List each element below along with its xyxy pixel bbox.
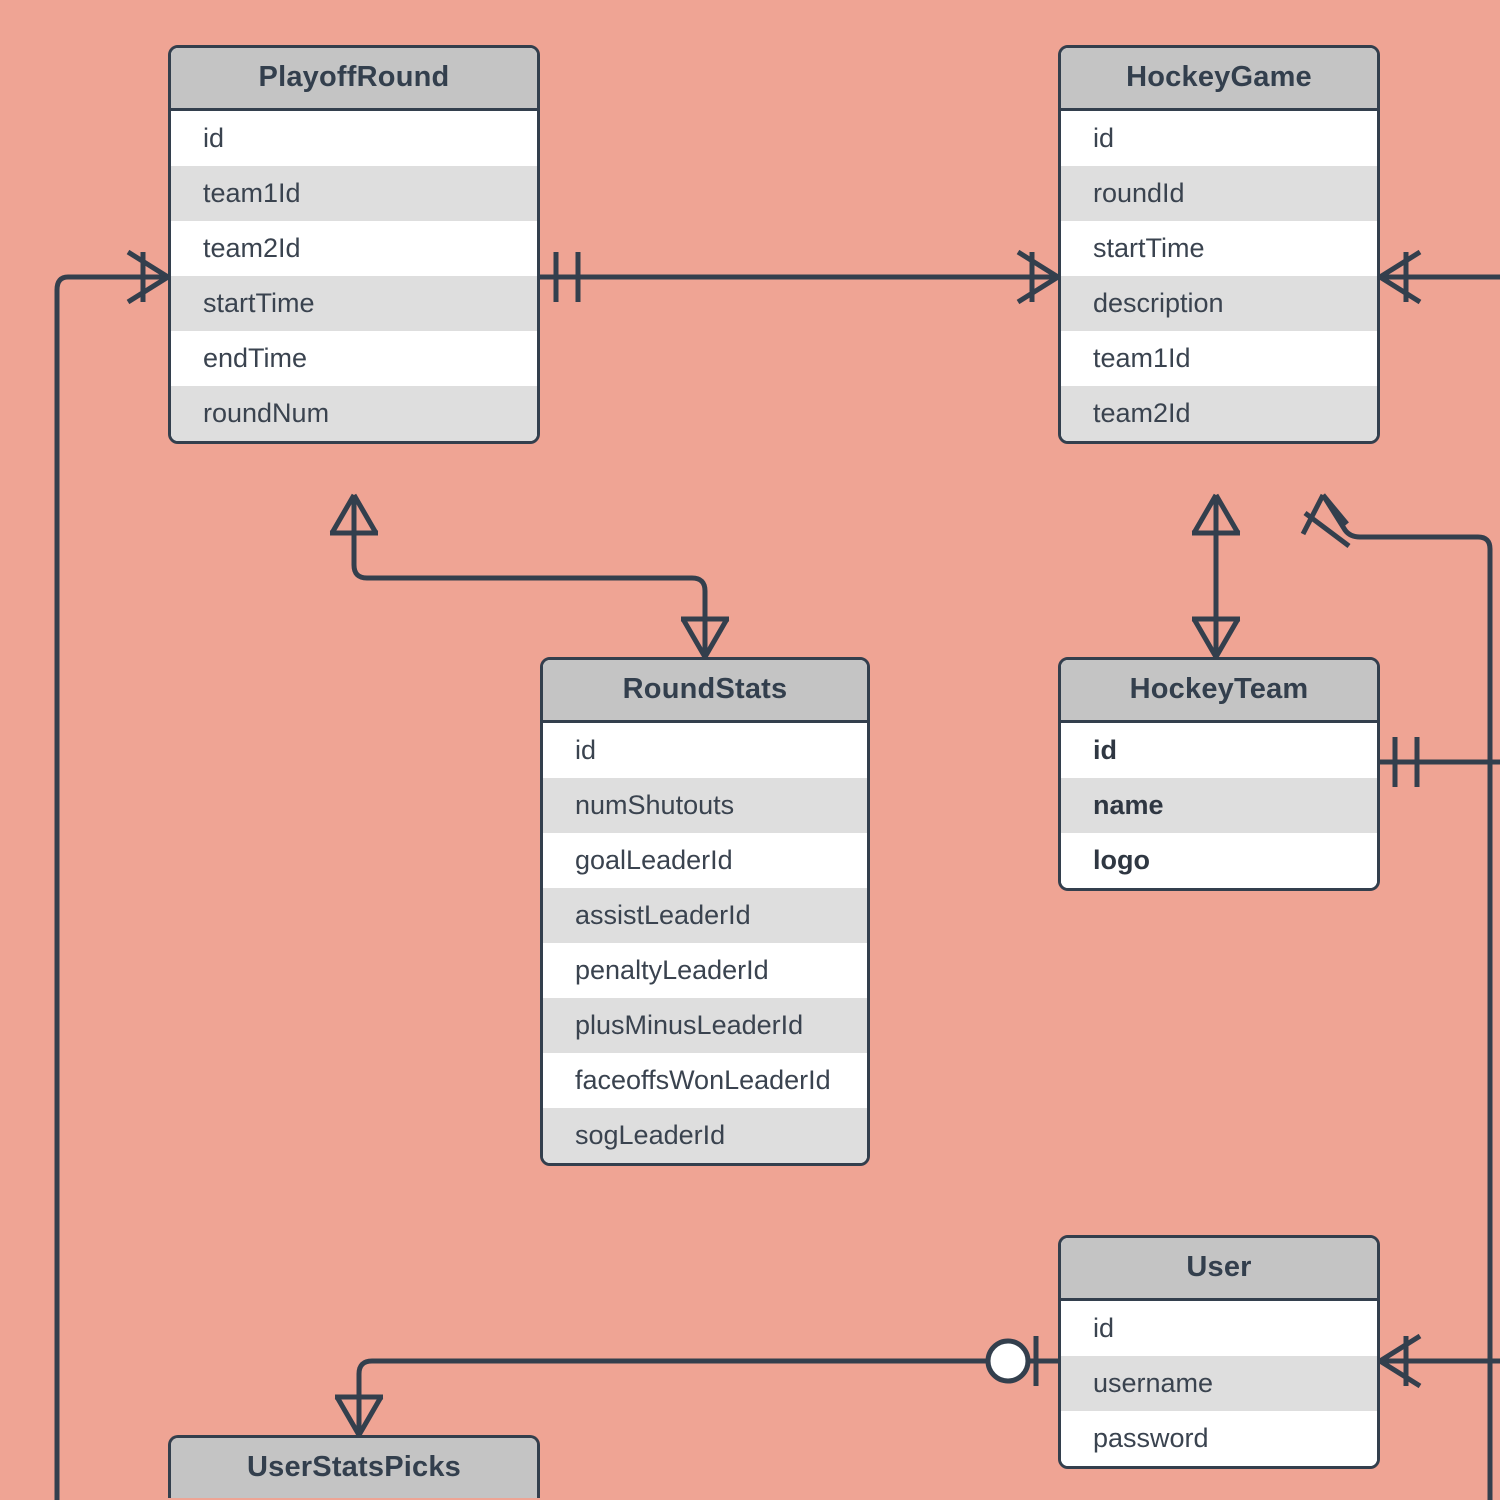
crowfoot-userstatspicks-top: [334, 1394, 384, 1437]
crowfoot-playoffround-bottom: [329, 493, 379, 536]
entity-title-userstatspicks: UserStatsPicks: [171, 1438, 537, 1498]
attribute-row[interactable]: endTime: [171, 331, 537, 386]
attribute-row[interactable]: id: [1061, 723, 1377, 778]
cardinality-one-and-only-one-hockeyteam: [1392, 737, 1420, 787]
attribute-row[interactable]: startTime: [171, 276, 537, 331]
entity-title-user: User: [1061, 1238, 1377, 1301]
attribute-row[interactable]: team2Id: [1061, 386, 1377, 441]
attribute-row[interactable]: password: [1061, 1411, 1377, 1466]
zero-cardinality-circle: [985, 1338, 1031, 1384]
crowfoot-roundstats-top: [680, 616, 730, 659]
entity-user[interactable]: User id username password: [1058, 1235, 1380, 1469]
attribute-row[interactable]: plusMinusLeaderId: [543, 998, 867, 1053]
attribute-row[interactable]: startTime: [1061, 221, 1377, 276]
entity-roundstats[interactable]: RoundStats id numShutouts goalLeaderId a…: [540, 657, 870, 1166]
attribute-row[interactable]: penaltyLeaderId: [543, 943, 867, 998]
entity-userstatspicks[interactable]: UserStatsPicks: [168, 1435, 540, 1498]
cardinality-one-and-only-one-playoffround: [553, 252, 581, 302]
connector-playoffround-left: [54, 274, 168, 1500]
crowfoot-playoffround-left: [126, 249, 170, 305]
attribute-row[interactable]: faceoffsWonLeaderId: [543, 1053, 867, 1108]
attribute-row[interactable]: assistLeaderId: [543, 888, 867, 943]
attribute-row[interactable]: id: [1061, 111, 1377, 166]
attribute-row[interactable]: description: [1061, 276, 1377, 331]
crowfoot-hockeygame-left: [1016, 249, 1060, 305]
attribute-row[interactable]: team1Id: [171, 166, 537, 221]
attribute-row[interactable]: team1Id: [1061, 331, 1377, 386]
entity-hockeygame[interactable]: HockeyGame id roundId startTime descript…: [1058, 45, 1380, 444]
attribute-row[interactable]: id: [171, 111, 537, 166]
entity-playoffround[interactable]: PlayoffRound id team1Id team2Id startTim…: [168, 45, 540, 444]
er-diagram-canvas: PlayoffRound id team1Id team2Id startTim…: [0, 0, 1500, 1500]
attribute-row[interactable]: team2Id: [171, 221, 537, 276]
connector-user-userstatspicks: [356, 1358, 1058, 1435]
attribute-row[interactable]: id: [543, 723, 867, 778]
attribute-row[interactable]: username: [1061, 1356, 1377, 1411]
entity-title-hockeygame: HockeyGame: [1061, 48, 1377, 111]
entity-title-hockeyteam: HockeyTeam: [1061, 660, 1377, 723]
attribute-row[interactable]: id: [1061, 1301, 1377, 1356]
attribute-row[interactable]: roundNum: [171, 386, 537, 441]
attribute-row[interactable]: roundId: [1061, 166, 1377, 221]
attribute-row[interactable]: sogLeaderId: [543, 1108, 867, 1163]
attribute-row[interactable]: numShutouts: [543, 778, 867, 833]
connector-playoffround-roundstats: [351, 495, 708, 657]
entity-title-playoffround: PlayoffRound: [171, 48, 537, 111]
crowfoot-user-right: [1378, 1333, 1422, 1389]
attribute-row[interactable]: logo: [1061, 833, 1377, 888]
entity-title-roundstats: RoundStats: [543, 660, 867, 723]
crowfoot-hockeyteam-top: [1191, 616, 1241, 659]
crowfoot-hockeygame-bottom: [1191, 493, 1241, 536]
attribute-row[interactable]: goalLeaderId: [543, 833, 867, 888]
attribute-row[interactable]: name: [1061, 778, 1377, 833]
crowfoot-hockeygame-right: [1378, 249, 1422, 305]
entity-hockeyteam[interactable]: HockeyTeam id name logo: [1058, 657, 1380, 891]
crowfoot-hockeygame-bottomright: [1300, 493, 1351, 548]
